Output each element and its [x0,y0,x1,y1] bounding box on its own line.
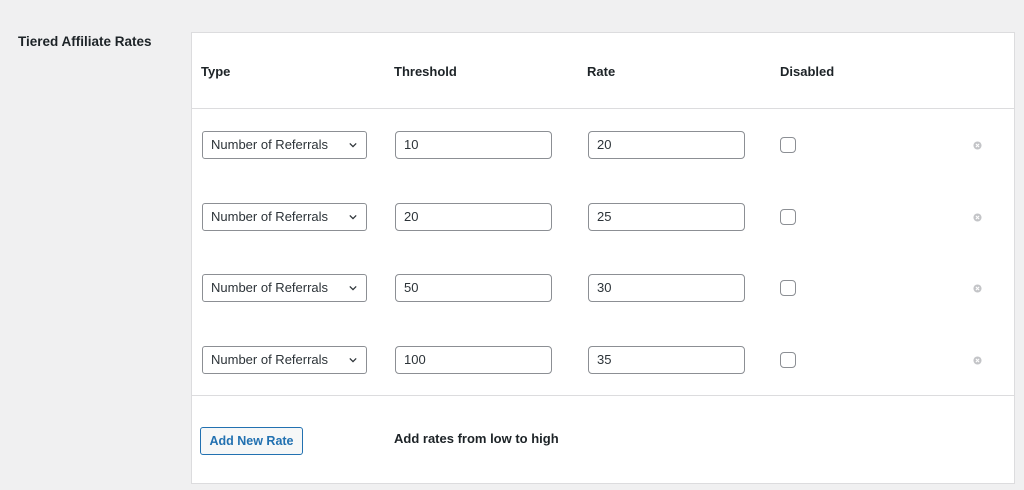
rate-input[interactable]: 35 [588,346,745,374]
chevron-down-icon [349,357,357,363]
rate-input[interactable]: 30 [588,274,745,302]
remove-circle-icon[interactable] [973,213,982,222]
rate-input[interactable]: 25 [588,203,745,231]
remove-circle-icon[interactable] [973,141,982,150]
chevron-down-icon [349,214,357,220]
chevron-down-icon [349,142,357,148]
type-select[interactable]: Number of Referrals [202,131,367,159]
type-select[interactable]: Number of Referrals [202,203,367,231]
rate-row: Number of Referrals 100 35 [192,346,1014,374]
section-label: Tiered Affiliate Rates [18,34,152,49]
rate-input[interactable]: 20 [588,131,745,159]
column-header-threshold: Threshold [394,64,457,79]
remove-circle-icon[interactable] [973,356,982,365]
add-new-rate-button[interactable]: Add New Rate [200,427,303,455]
threshold-input[interactable]: 10 [395,131,552,159]
disabled-checkbox[interactable] [780,137,796,153]
table-footer: Add New Rate Add rates from low to high [192,395,1014,485]
column-header-disabled: Disabled [780,64,835,79]
threshold-input[interactable]: 100 [395,346,552,374]
remove-circle-icon[interactable] [973,284,982,293]
type-select[interactable]: Number of Referrals [202,346,367,374]
tiered-rates-panel: Type Threshold Rate Disabled Number of R… [191,32,1015,484]
disabled-checkbox[interactable] [780,352,796,368]
column-header-rate: Rate [587,64,616,79]
table-header: Type Threshold Rate Disabled [192,33,1014,109]
type-select[interactable]: Number of Referrals [202,274,367,302]
threshold-input[interactable]: 20 [395,203,552,231]
type-select-value: Number of Referrals [211,280,329,295]
threshold-input[interactable]: 50 [395,274,552,302]
disabled-checkbox[interactable] [780,209,796,225]
column-header-type: Type [201,64,231,79]
order-hint: Add rates from low to high [394,431,559,446]
disabled-checkbox[interactable] [780,280,796,296]
type-select-value: Number of Referrals [211,209,329,224]
type-select-value: Number of Referrals [211,137,329,152]
chevron-down-icon [349,285,357,291]
type-select-value: Number of Referrals [211,352,329,367]
rate-row: Number of Referrals 50 30 [192,274,1014,302]
rate-row: Number of Referrals 20 25 [192,203,1014,231]
rate-row: Number of Referrals 10 20 [192,131,1014,159]
